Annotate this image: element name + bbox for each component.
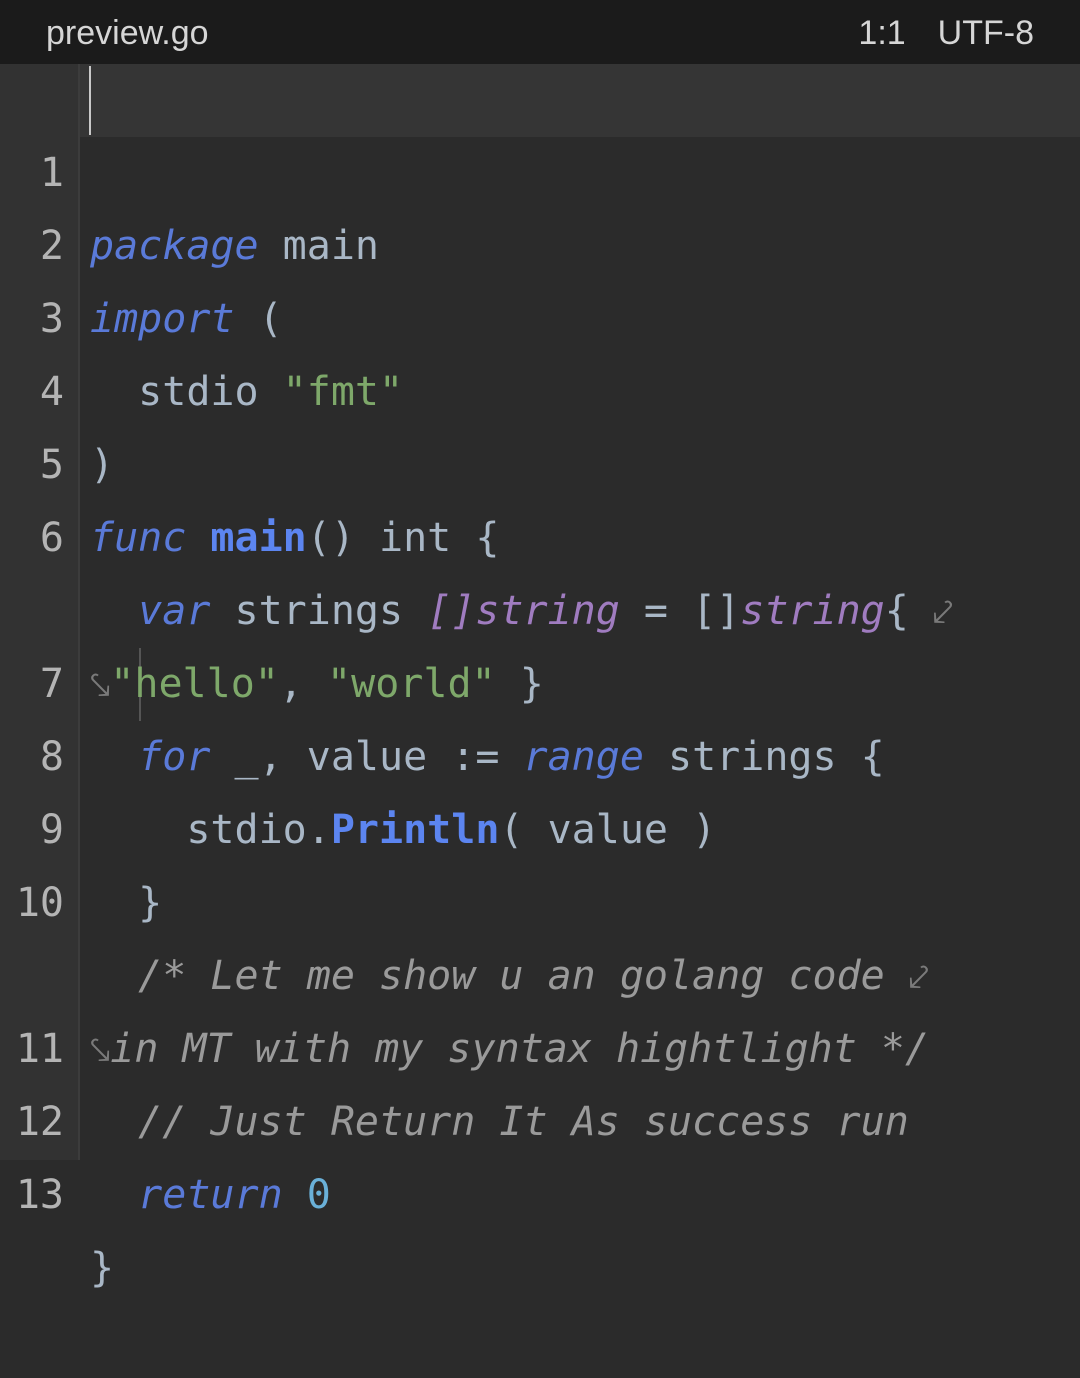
code-line[interactable]: 3 stdio "fmt"	[0, 210, 1080, 415]
cursor-position[interactable]: 1:1	[858, 13, 905, 53]
code-text: return 0	[90, 1159, 331, 1232]
code-line[interactable]: 5 func main() int {	[0, 356, 1080, 561]
line-number: 13	[15, 1172, 64, 1218]
code-line[interactable]: 6 var strings []string = []string{ ⤦	[0, 429, 1080, 634]
code-line[interactable]: 4 )	[0, 283, 1080, 488]
status-area: 1:1 UTF-8	[858, 13, 1034, 53]
code-line-wrapped[interactable]: ⤥in MT with my syntax hightlight */	[0, 867, 1080, 1072]
number-literal: 0	[306, 1172, 331, 1218]
punctuation: }	[90, 1245, 115, 1291]
code-line[interactable]: 7 for _, value := range strings {	[0, 575, 1080, 780]
code-line[interactable]: 1 package main	[0, 64, 1080, 269]
code-line[interactable]: 13 }	[0, 1086, 1080, 1291]
code-line[interactable]: 9 }	[0, 721, 1080, 926]
code-editor[interactable]: 1 package main 2 import ( 3 stdio "fmt" …	[0, 64, 1080, 1291]
file-tab-title[interactable]: preview.go	[46, 13, 209, 53]
code-line[interactable]: 12 return 0	[0, 1013, 1080, 1218]
code-line-wrapped[interactable]: ⤥"hello", "world" }	[0, 502, 1080, 707]
code-text: }	[90, 1232, 114, 1305]
code-line[interactable]: 10 /* Let me show u an golang code ⤦	[0, 794, 1080, 999]
code-line[interactable]: 11 // Just Return It As success run	[0, 940, 1080, 1145]
keyword: return	[138, 1172, 283, 1218]
editor-header-bar: preview.go 1:1 UTF-8	[0, 0, 1080, 64]
code-line[interactable]: 2 import (	[0, 137, 1080, 342]
code-line[interactable]: 8 stdio.Println( value )	[0, 648, 1080, 853]
encoding-indicator[interactable]: UTF-8	[938, 13, 1034, 53]
